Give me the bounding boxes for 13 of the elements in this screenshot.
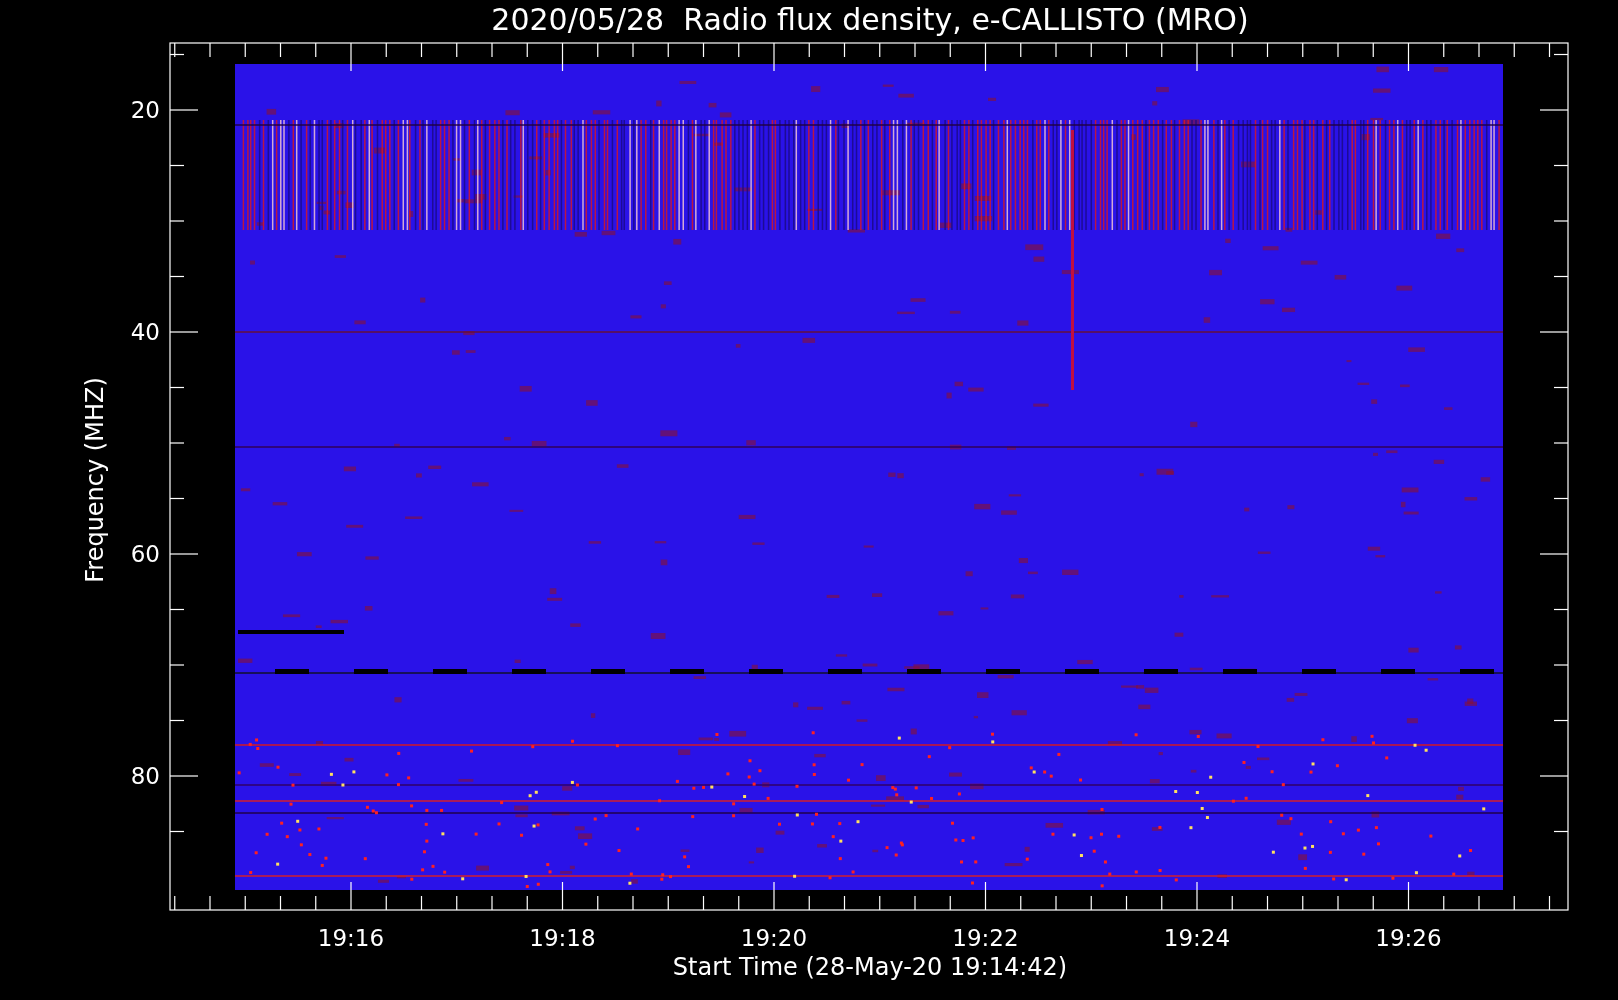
tick-label: 19:20 bbox=[740, 925, 808, 951]
chart-title: 2020/05/28 Radio flux density, e-CALLISTO (MRO) bbox=[491, 2, 1249, 37]
tick-label: 80 bbox=[130, 763, 160, 789]
tick-label: 19:26 bbox=[1375, 925, 1442, 951]
tick-label: 19:24 bbox=[1163, 925, 1231, 951]
tick-label: 20 bbox=[130, 97, 160, 123]
tick-label: 19:18 bbox=[529, 925, 596, 951]
axis-title: Start Time (28-May-20 19:14:42) bbox=[672, 953, 1068, 981]
tick-label: 60 bbox=[130, 541, 160, 567]
tick-label: 19:22 bbox=[952, 925, 1019, 951]
tick-label: 40 bbox=[130, 319, 160, 345]
axis-title: Frequency (MHZ) bbox=[81, 377, 109, 583]
tick-label: 19:16 bbox=[317, 925, 385, 951]
